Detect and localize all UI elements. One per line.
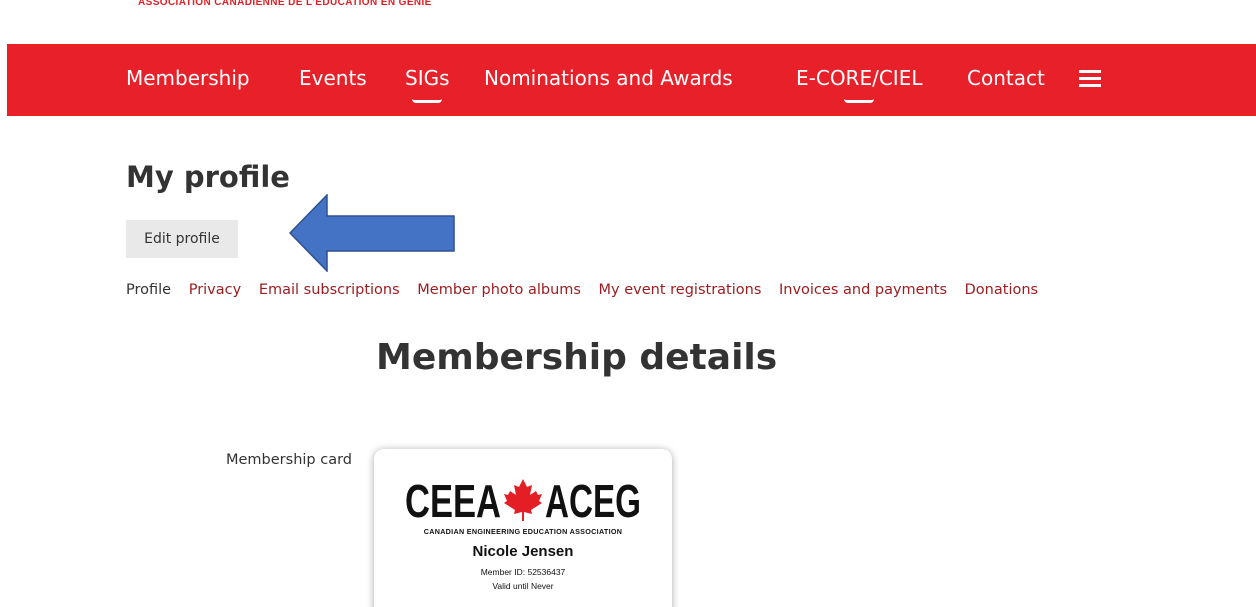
nav-label: Events <box>299 66 367 90</box>
subnav-profile: Profile <box>126 282 172 298</box>
nav-nominations-and-awards[interactable]: Nominations and Awards <box>484 66 733 90</box>
nav-contact[interactable]: Contact <box>967 66 1045 90</box>
subnav-privacy[interactable]: Privacy <box>189 282 242 298</box>
active-indicator <box>412 99 443 103</box>
logo-subtitle: CANADIAN ENGINEERING EDUCATION ASSOCIATI… <box>423 527 623 536</box>
main-navbar: Membership Events SIGs Nominations and A… <box>7 44 1256 116</box>
membership-validity: Valid until Never <box>492 581 554 591</box>
org-tagline: ASSOCIATION CANADIENNE DE L'EDUCATION EN… <box>138 0 432 8</box>
subnav-member-photo-albums[interactable]: Member photo albums <box>417 282 581 298</box>
nav-events[interactable]: Events <box>299 66 367 90</box>
member-name: Nicole Jensen <box>472 543 574 560</box>
subnav-my-event-registrations[interactable]: My event registrations <box>599 282 762 298</box>
subnav-donations[interactable]: Donations <box>965 282 1038 298</box>
active-indicator <box>844 99 875 103</box>
nav-label: E-CORE/CIEL <box>796 66 923 90</box>
nav-label: Membership <box>126 66 250 90</box>
nav-e-core-ciel[interactable]: E-CORE/CIEL <box>796 66 923 103</box>
profile-subnav: Profile Privacy Email subscriptions Memb… <box>126 282 1038 298</box>
section-title: Membership details <box>376 337 778 378</box>
nav-label: Contact <box>967 66 1045 90</box>
svg-text:ACEG: ACEG <box>545 477 641 521</box>
nav-label: Nominations and Awards <box>484 66 733 90</box>
ceea-aceg-logo: CEEA ACEG <box>405 477 641 521</box>
subnav-invoices-and-payments[interactable]: Invoices and payments <box>779 282 947 298</box>
arrow-icon <box>289 194 455 272</box>
svg-text:CEEA: CEEA <box>405 477 501 521</box>
membership-card-label: Membership card <box>226 452 352 468</box>
hamburger-icon[interactable] <box>1079 70 1101 87</box>
membership-card: CEEA ACEG CANADIAN ENGINEERING EDUCATION… <box>374 449 672 607</box>
page-title: My profile <box>126 160 290 194</box>
member-id: Member ID: 52536437 <box>480 567 566 577</box>
nav-membership[interactable]: Membership <box>126 66 250 90</box>
subnav-email-subscriptions[interactable]: Email subscriptions <box>259 282 400 298</box>
edit-profile-button[interactable]: Edit profile <box>126 220 238 258</box>
nav-sigs[interactable]: SIGs <box>405 66 450 103</box>
nav-label: SIGs <box>405 66 450 90</box>
